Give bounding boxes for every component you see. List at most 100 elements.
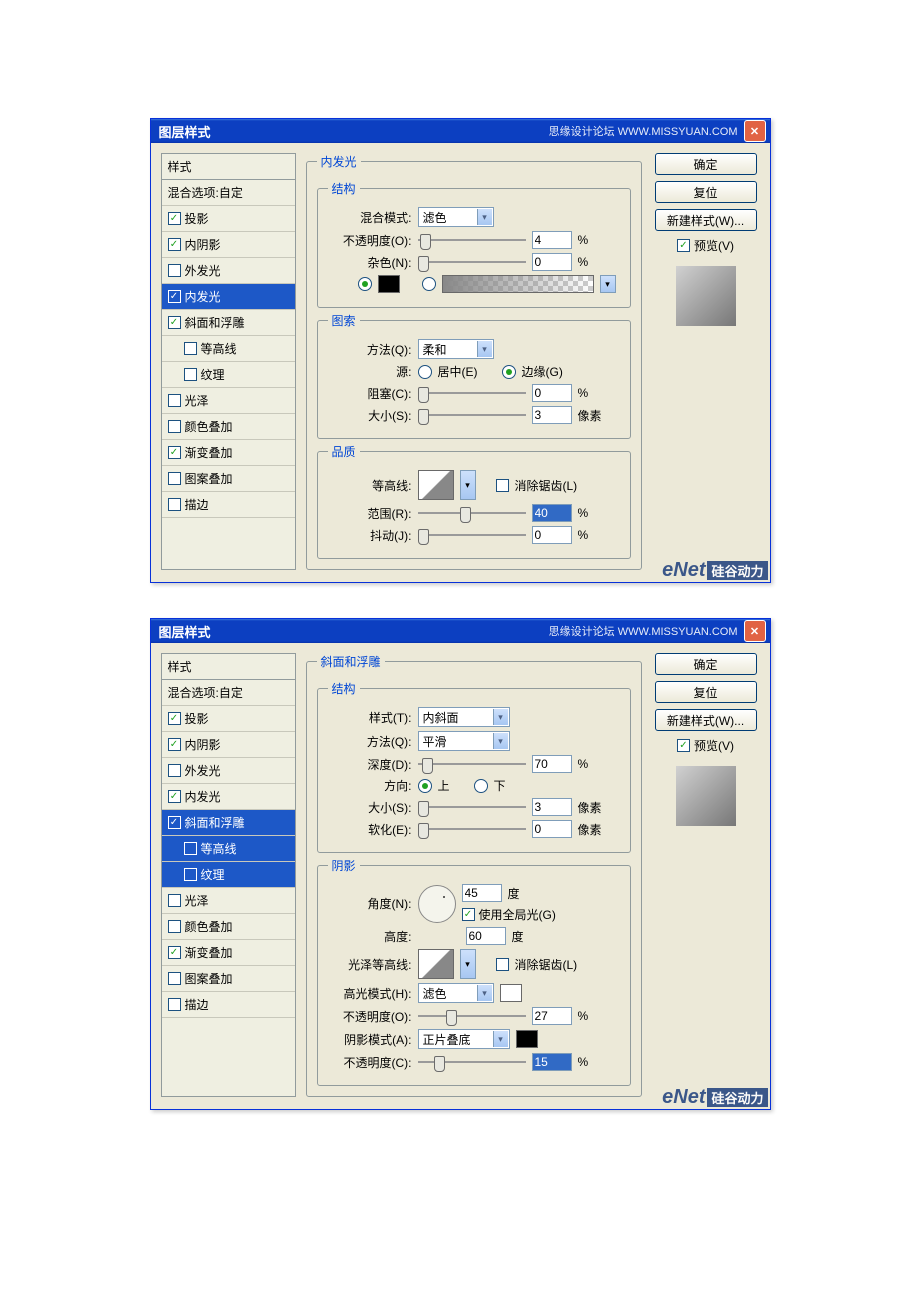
- color-swatch[interactable]: [378, 275, 400, 293]
- style-item[interactable]: ✓渐变叠加: [162, 440, 295, 466]
- preview-checkbox-row[interactable]: ✓ 预览(V): [677, 737, 734, 754]
- noise-slider[interactable]: [418, 254, 526, 270]
- angle-input[interactable]: [462, 884, 502, 902]
- size-slider[interactable]: [418, 799, 526, 815]
- style-checkbox[interactable]: ✓: [168, 738, 181, 751]
- ok-button[interactable]: 确定: [655, 653, 757, 675]
- size-slider[interactable]: [418, 407, 526, 423]
- new-style-button[interactable]: 新建样式(W)...: [655, 209, 757, 231]
- style-checkbox[interactable]: [168, 894, 181, 907]
- style-checkbox[interactable]: ✓: [168, 946, 181, 959]
- jitter-input[interactable]: [532, 526, 572, 544]
- titlebar[interactable]: 图层样式 思缘设计论坛 WWW.MISSYUAN.COM ✕: [151, 119, 770, 143]
- style-item[interactable]: 颜色叠加: [162, 914, 295, 940]
- styles-header[interactable]: 样式: [162, 654, 295, 680]
- style-item[interactable]: ✓内阴影: [162, 732, 295, 758]
- highlight-opacity-input[interactable]: [532, 1007, 572, 1025]
- opacity-input[interactable]: [532, 231, 572, 249]
- style-checkbox[interactable]: ✓: [168, 212, 181, 225]
- style-item[interactable]: 图案叠加: [162, 466, 295, 492]
- highlight-mode-dropdown[interactable]: 滤色▾: [418, 983, 494, 1003]
- style-item[interactable]: ✓斜面和浮雕: [162, 810, 295, 836]
- choke-input[interactable]: [532, 384, 572, 402]
- style-item[interactable]: 光泽: [162, 388, 295, 414]
- gradient-radio[interactable]: [422, 277, 436, 291]
- cancel-button[interactable]: 复位: [655, 681, 757, 703]
- style-item[interactable]: ✓内阴影: [162, 232, 295, 258]
- soften-slider[interactable]: [418, 821, 526, 837]
- choke-slider[interactable]: [418, 385, 526, 401]
- style-item[interactable]: 外发光: [162, 758, 295, 784]
- global-light-checkbox[interactable]: ✓: [462, 908, 475, 921]
- style-item[interactable]: 光泽: [162, 888, 295, 914]
- style-item[interactable]: 等高线: [162, 836, 295, 862]
- shadow-opacity-input[interactable]: [532, 1053, 572, 1071]
- color-radio[interactable]: [358, 277, 372, 291]
- chevron-down-icon[interactable]: ▾: [460, 470, 476, 500]
- size-input[interactable]: [532, 798, 572, 816]
- style-checkbox[interactable]: [184, 868, 197, 881]
- blend-mode-dropdown[interactable]: 滤色▾: [418, 207, 494, 227]
- style-item[interactable]: ✓渐变叠加: [162, 940, 295, 966]
- gloss-contour-picker[interactable]: [418, 949, 454, 979]
- style-checkbox[interactable]: [184, 342, 197, 355]
- size-input[interactable]: [532, 406, 572, 424]
- style-item[interactable]: ✓投影: [162, 206, 295, 232]
- style-checkbox[interactable]: ✓: [168, 790, 181, 803]
- style-checkbox[interactable]: [168, 394, 181, 407]
- style-checkbox[interactable]: [168, 764, 181, 777]
- direction-up-radio[interactable]: [418, 779, 432, 793]
- style-item[interactable]: 描边: [162, 992, 295, 1018]
- gradient-bar[interactable]: [442, 275, 594, 293]
- style-checkbox[interactable]: [168, 998, 181, 1011]
- style-item[interactable]: 纹理: [162, 362, 295, 388]
- method-dropdown[interactable]: 柔和▾: [418, 339, 494, 359]
- style-item[interactable]: ✓斜面和浮雕: [162, 310, 295, 336]
- style-checkbox[interactable]: [168, 498, 181, 511]
- chevron-down-icon[interactable]: ▾: [600, 275, 616, 293]
- cancel-button[interactable]: 复位: [655, 181, 757, 203]
- range-input[interactable]: [532, 504, 572, 522]
- style-checkbox[interactable]: [168, 264, 181, 277]
- style-checkbox[interactable]: ✓: [168, 712, 181, 725]
- style-item[interactable]: ✓内发光: [162, 784, 295, 810]
- range-slider[interactable]: [418, 505, 526, 521]
- style-item[interactable]: 外发光: [162, 258, 295, 284]
- style-checkbox[interactable]: ✓: [168, 238, 181, 251]
- style-item[interactable]: ✓投影: [162, 706, 295, 732]
- titlebar[interactable]: 图层样式 思缘设计论坛 WWW.MISSYUAN.COM ✕: [151, 619, 770, 643]
- source-center-radio[interactable]: [418, 365, 432, 379]
- shadow-color-swatch[interactable]: [516, 1030, 538, 1048]
- close-icon[interactable]: ✕: [744, 620, 766, 642]
- style-checkbox[interactable]: [168, 472, 181, 485]
- highlight-color-swatch[interactable]: [500, 984, 522, 1002]
- opacity-slider[interactable]: [418, 232, 526, 248]
- style-checkbox[interactable]: ✓: [168, 446, 181, 459]
- noise-input[interactable]: [532, 253, 572, 271]
- style-item[interactable]: 描边: [162, 492, 295, 518]
- blend-options-item[interactable]: 混合选项:自定: [162, 180, 295, 206]
- style-item[interactable]: 图案叠加: [162, 966, 295, 992]
- angle-wheel[interactable]: [418, 885, 456, 923]
- style-checkbox[interactable]: [184, 842, 197, 855]
- soften-input[interactable]: [532, 820, 572, 838]
- direction-down-radio[interactable]: [474, 779, 488, 793]
- style-checkbox[interactable]: ✓: [168, 316, 181, 329]
- preview-checkbox[interactable]: ✓: [677, 739, 690, 752]
- blend-options-item[interactable]: 混合选项:自定: [162, 680, 295, 706]
- style-checkbox[interactable]: ✓: [168, 290, 181, 303]
- antialias-checkbox[interactable]: [496, 479, 509, 492]
- depth-input[interactable]: [532, 755, 572, 773]
- shadow-opacity-slider[interactable]: [418, 1054, 526, 1070]
- styles-header[interactable]: 样式: [162, 154, 295, 180]
- style-item[interactable]: 等高线: [162, 336, 295, 362]
- contour-picker[interactable]: [418, 470, 454, 500]
- style-checkbox[interactable]: [184, 368, 197, 381]
- style-item[interactable]: 纹理: [162, 862, 295, 888]
- close-icon[interactable]: ✕: [744, 120, 766, 142]
- ok-button[interactable]: 确定: [655, 153, 757, 175]
- style-item[interactable]: ✓内发光: [162, 284, 295, 310]
- style-checkbox[interactable]: [168, 920, 181, 933]
- style-dropdown[interactable]: 内斜面▾: [418, 707, 510, 727]
- altitude-input[interactable]: [466, 927, 506, 945]
